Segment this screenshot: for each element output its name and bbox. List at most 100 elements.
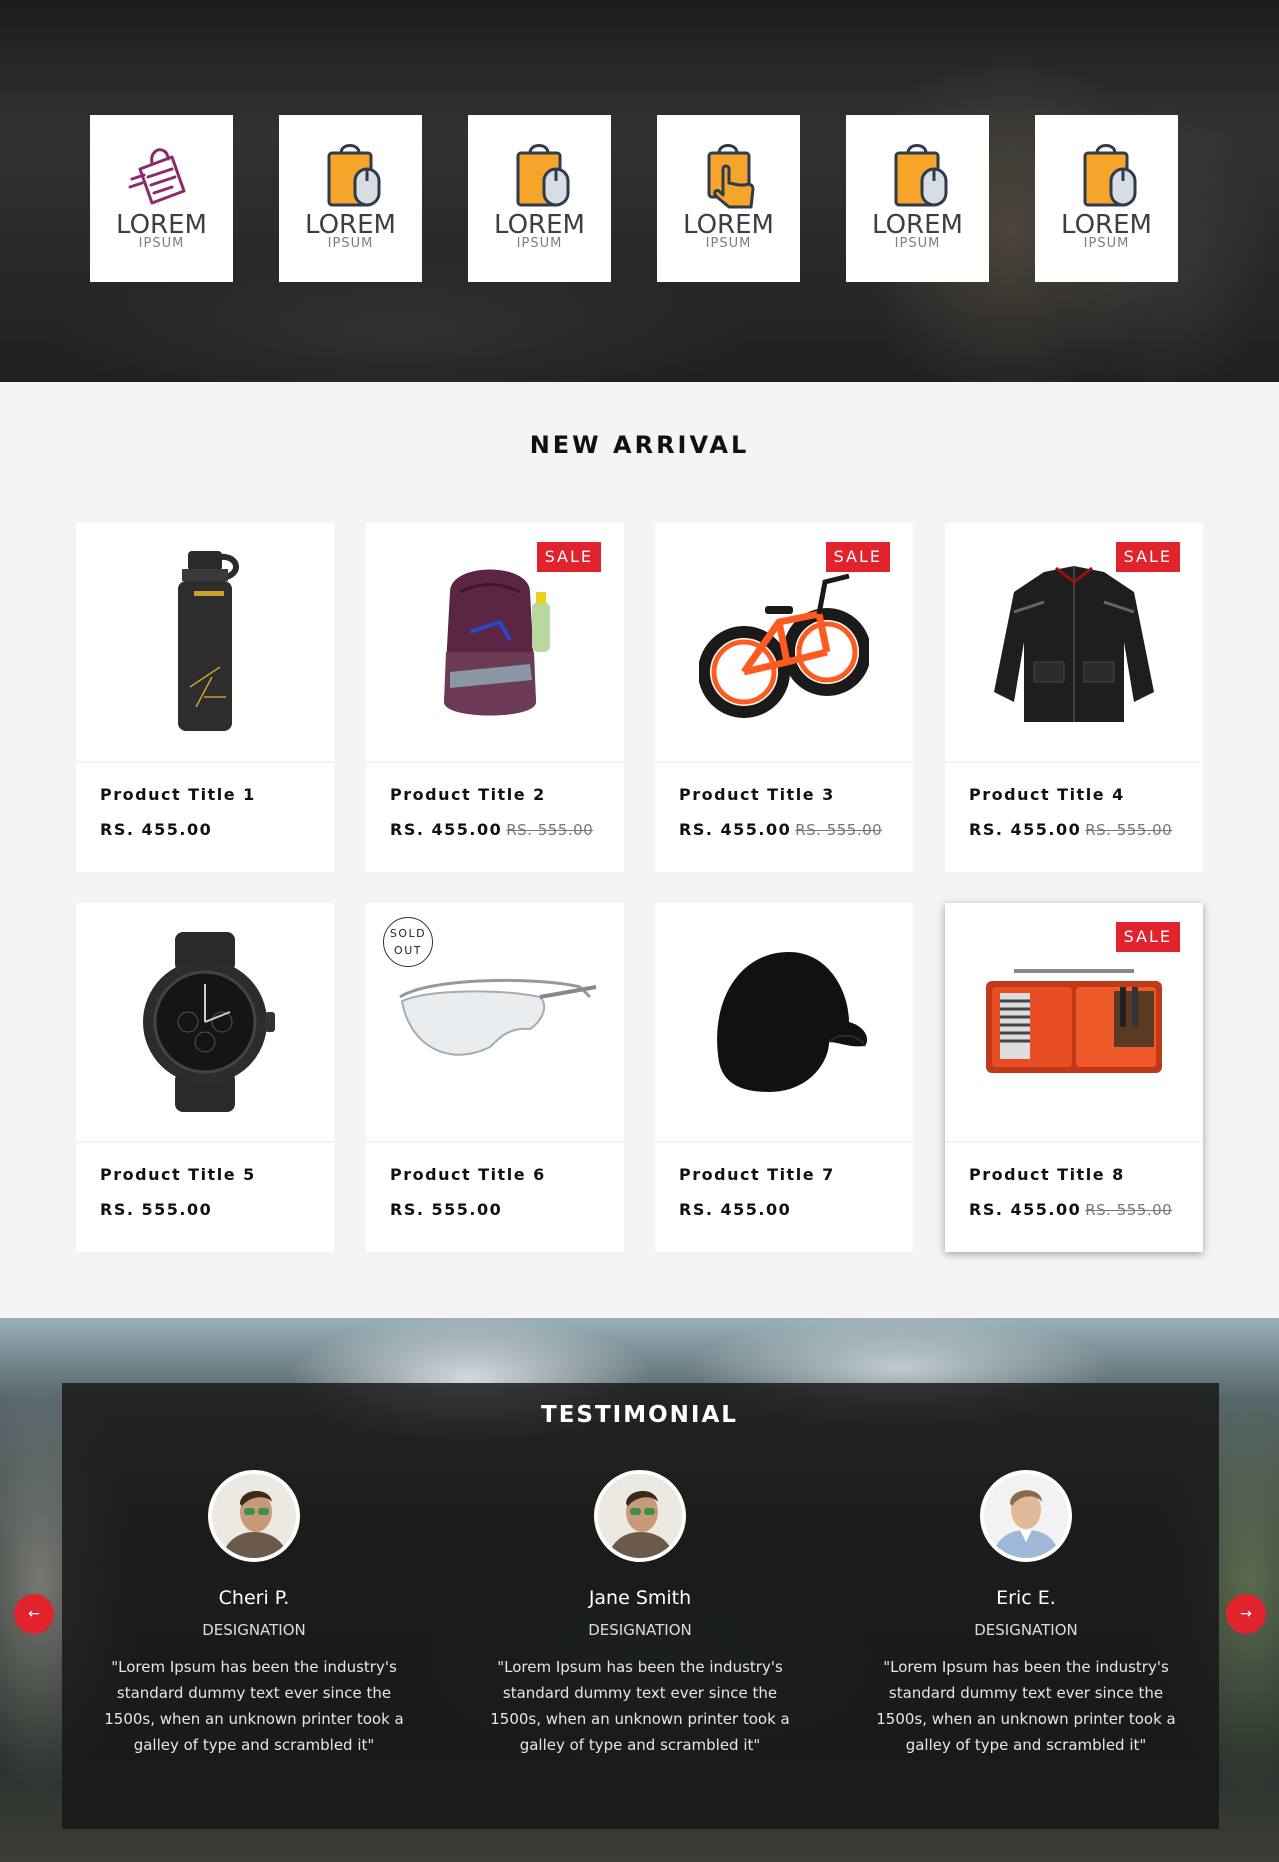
brand-word: LOREM [872,210,963,240]
current-price: RS. 455.00 [679,1200,792,1219]
section-title-testimonial: TESTIMONIAL [541,1402,738,1428]
product-price: RS. 555.00 [390,1200,502,1219]
current-price: RS. 455.00 [100,820,213,839]
product-title[interactable]: Product Title 8 [969,1165,1125,1184]
brand-logo-card[interactable]: LOREM IPSUM [846,115,989,282]
testimonial-item: Jane Smith DESIGNATION "Lorem Ipsum has … [475,1470,805,1758]
divider [945,761,1203,763]
prev-button[interactable]: ← [14,1594,54,1634]
product-price: RS. 455.00 RS. 555.00 [679,820,882,839]
testimonial-quote: "Lorem Ipsum has been the industry's sta… [490,1658,790,1754]
product-title[interactable]: Product Title 2 [390,785,546,804]
current-price: RS. 455.00 [390,820,503,839]
safety-glasses-image [399,978,597,1056]
water-bottle-image [178,550,239,731]
avatar [594,1470,686,1562]
brand-sub: IPSUM [327,236,374,251]
brand-logo-card[interactable]: LOREM IPSUM [468,115,611,282]
brand-logo-card[interactable]: LOREM IPSUM [90,115,233,282]
product-card[interactable]: SALE Product Title 3 RS. 455.00 RS. 555.0… [655,523,913,872]
testimonial-name: Jane Smith [588,1587,692,1609]
sold-out-line1: SOLD [389,927,427,940]
product-card[interactable]: Product Title 1 RS. 455.00 [76,523,334,872]
beanie-cap-image [717,951,868,1092]
product-image[interactable] [76,903,334,1140]
product-card[interactable]: SALE Product Title 2 RS. 455.00 RS. 555.0… [366,523,624,872]
current-price: RS. 555.00 [100,1200,213,1219]
product-price: RS. 455.00 [679,1200,791,1219]
brand-sub: IPSUM [1083,236,1130,251]
avatar [208,1470,300,1562]
product-title[interactable]: Product Title 5 [100,1165,256,1184]
brand-word: LOREM [116,210,207,240]
backpack-image [444,569,550,715]
product-image[interactable] [76,523,334,760]
product-card[interactable]: SOLD OUT Product Title 6 RS. 555.00 [366,903,624,1252]
shopping-bag-mouse-icon [1083,144,1136,207]
divider [366,1141,624,1143]
old-price: RS. 555.00 [506,821,594,839]
brand-logo-card[interactable]: LOREM IPSUM [279,115,422,282]
sale-badge: SALE [1115,922,1180,952]
current-price: RS. 455.00 [969,1200,1082,1219]
person-shirt-avatar [984,1474,1068,1558]
brand-logo-card[interactable]: LOREM IPSUM [1035,115,1178,282]
brand-word: LOREM [1061,210,1152,240]
brand-logo-card[interactable]: LOREM IPSUM [657,115,800,282]
brand-word: LOREM [494,210,585,240]
testimonial-designation: DESIGNATION [974,1621,1078,1639]
shopping-bag-mouse-icon [516,144,569,207]
sale-badge: SALE [1115,542,1180,572]
person-sunglasses-avatar [598,1474,682,1558]
product-image[interactable] [655,903,913,1140]
testimonial-quote: "Lorem Ipsum has been the industry's sta… [876,1658,1176,1754]
brand-sub: IPSUM [894,236,941,251]
sale-badge: SALE [825,542,890,572]
arrow-right-icon: → [1240,1606,1252,1622]
product-card[interactable]: SALE Product Title 8 RS. 455.00 RS. 555.0… [945,903,1203,1252]
arrow-left-icon: ← [28,1606,40,1622]
shopping-bag-hand-icon [707,144,754,209]
shopping-bag-mouse-icon [327,144,380,207]
person-sunglasses-avatar [212,1474,296,1558]
product-title[interactable]: Product Title 1 [100,785,256,804]
product-price: RS. 455.00 RS. 555.00 [969,1200,1172,1219]
product-card[interactable]: Product Title 5 RS. 555.00 [76,903,334,1252]
current-price: RS. 455.00 [679,820,792,839]
product-price: RS. 455.00 RS. 555.00 [390,820,593,839]
section-title-new-arrival: NEW ARRIVAL [529,431,750,459]
product-title[interactable]: Product Title 6 [390,1165,546,1184]
product-title[interactable]: Product Title 3 [679,785,835,804]
product-card[interactable]: SALE Product Title 4 RS. 455.00 RS. 555.0… [945,523,1203,872]
product-title[interactable]: Product Title 4 [969,785,1125,804]
divider [655,1141,913,1143]
testimonial-designation: DESIGNATION [588,1621,692,1639]
brand-word: LOREM [683,210,774,240]
divider [366,761,624,763]
product-price: RS. 455.00 RS. 555.00 [969,820,1172,839]
divider [76,761,334,763]
testimonial-item: Cheri P. DESIGNATION "Lorem Ipsum has be… [89,1470,419,1758]
brand-sub: IPSUM [138,236,185,251]
testimonial-designation: DESIGNATION [202,1621,306,1639]
sold-out-badge: SOLD OUT [383,917,433,967]
product-price: RS. 455.00 [100,820,212,839]
old-price: RS. 555.00 [795,821,883,839]
watch-image [143,931,275,1112]
divider [945,1141,1203,1143]
current-price: RS. 555.00 [390,1200,503,1219]
sale-badge: SALE [536,542,601,572]
shopping-bag-mouse-icon [894,144,947,207]
product-card[interactable]: Product Title 7 RS. 455.00 [655,903,913,1252]
next-button[interactable]: → [1226,1594,1266,1634]
fat-bike-image [699,573,869,718]
old-price: RS. 555.00 [1085,821,1173,839]
brand-sub: IPSUM [516,236,563,251]
current-price: RS. 455.00 [969,820,1082,839]
brand-sub: IPSUM [705,236,752,251]
wallet-organizer-image [986,968,1162,1073]
sold-out-line2: OUT [394,944,422,957]
product-title[interactable]: Product Title 7 [679,1165,835,1184]
brand-word: LOREM [305,210,396,240]
jacket-image [994,565,1154,722]
